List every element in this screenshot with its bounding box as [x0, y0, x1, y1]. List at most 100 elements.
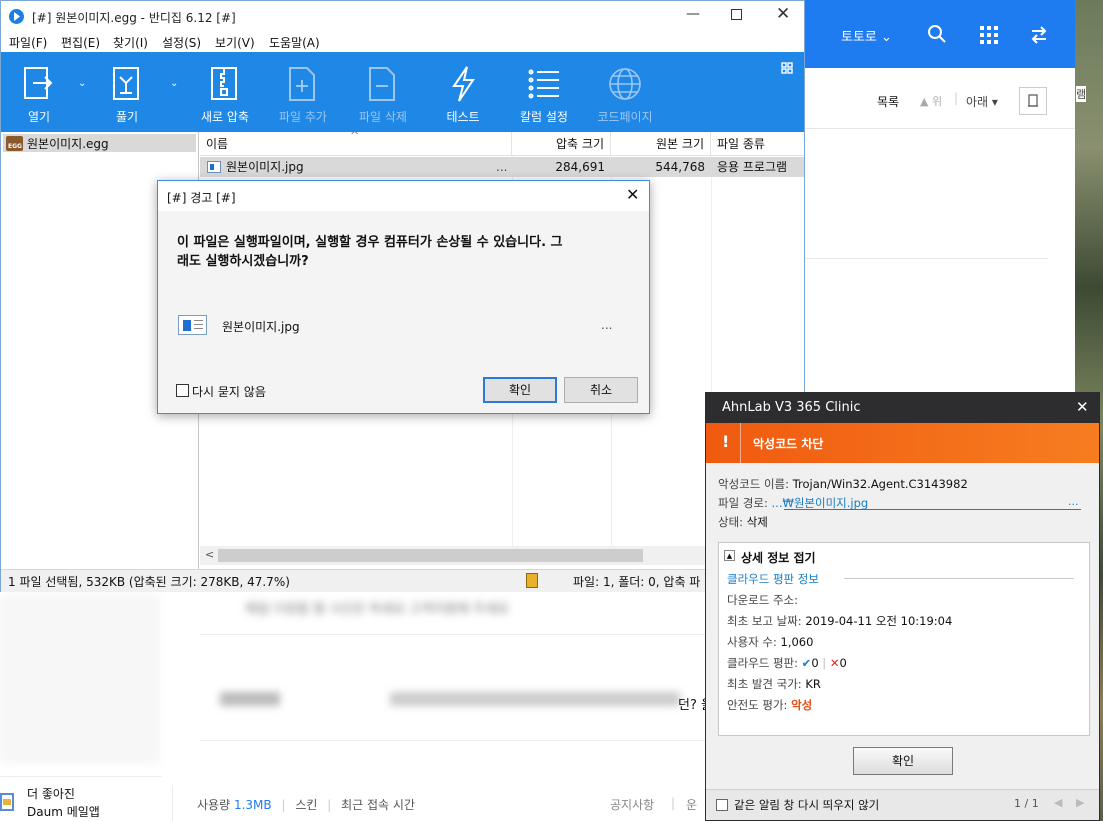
- codepage-button[interactable]: 코드페이지: [593, 52, 657, 132]
- menu-help[interactable]: 도움말(A): [269, 34, 320, 51]
- scrollbar-thumb[interactable]: [218, 549, 643, 562]
- file-path-link[interactable]: ...₩원본이미지.jpg: [772, 496, 869, 510]
- usage-value: 1.3MB: [233, 798, 272, 812]
- alert-banner: ! 악성코드 차단: [706, 423, 1099, 463]
- sort-down-button[interactable]: 아래 ▾: [966, 93, 998, 110]
- status-bar: 1 파일 선택됨, 532KB (압축된 크기: 278KB, 47.7%) 파…: [1, 569, 804, 592]
- chevron-down-icon: ⌄: [881, 30, 892, 45]
- globe-icon: [608, 66, 642, 102]
- dialog-title-bar[interactable]: [#] 경고 [#] ✕: [158, 181, 649, 211]
- row-compressed: 284,691: [555, 160, 605, 174]
- sort-list-button[interactable]: 목록: [877, 93, 899, 110]
- scroll-left-icon[interactable]: <: [205, 548, 214, 561]
- sort-up-button[interactable]: ▲ 위: [920, 93, 942, 109]
- menu-file[interactable]: 파일(F): [9, 34, 47, 51]
- file-path-overflow: ...: [1068, 495, 1079, 508]
- no-repeat-checkbox[interactable]: [716, 799, 728, 811]
- table-row[interactable]: 원본이미지.jpg ... 284,691 544,768 응용 프로그램: [200, 157, 804, 177]
- menu-edit[interactable]: 편집(E): [61, 34, 100, 51]
- checkbox-box[interactable]: [176, 384, 189, 397]
- title-bar[interactable]: [#] 원본이미지.egg - 반디집 6.12 [#] — ✕: [1, 1, 804, 32]
- close-icon[interactable]: ✕: [626, 185, 639, 204]
- open-label: 열기: [27, 110, 51, 124]
- delete-file-icon: [366, 66, 400, 102]
- column-header-type[interactable]: 파일 종류: [711, 132, 804, 156]
- close-icon[interactable]: ✕: [1076, 398, 1089, 416]
- dialog-title: [#] 경고 [#]: [167, 191, 236, 205]
- ahnlab-confirm-button[interactable]: 확인: [853, 747, 953, 775]
- column-settings-button[interactable]: 칼럼 설정: [514, 52, 574, 132]
- menu-view[interactable]: 보기(V): [215, 34, 255, 51]
- col-name-label: 이름: [206, 137, 229, 151]
- warning-message: 이 파일은 실행파일이며, 실행할 경우 컴퓨터가 손상될 수 있습니다. 그 …: [177, 233, 642, 271]
- delete-file-button[interactable]: 파일 삭제: [355, 52, 411, 132]
- extract-button[interactable]: 풀기: [105, 52, 149, 132]
- mail-app-promo[interactable]: 더 좋아진 Daum 메일앱: [0, 776, 162, 821]
- ahnlab-footer: 같은 알림 창 다시 띄우지 않기 1 / 1 ◀ ▶: [706, 789, 1099, 820]
- collapse-icon: ▲: [724, 550, 735, 561]
- warning-message-line2: 래도 실행하시겠습니까?: [177, 254, 309, 269]
- layout-grid-icon[interactable]: [781, 62, 793, 77]
- status-selection: 1 파일 선택됨, 532KB (압축된 크기: 278KB, 47.7%): [8, 575, 290, 589]
- add-file-button[interactable]: 파일 추가: [275, 52, 331, 132]
- promo-line2: Daum 메일앱: [27, 805, 100, 819]
- download-address-row: 다운로드 주소:: [727, 592, 798, 608]
- first-country-value: KR: [805, 677, 821, 691]
- open-dropdown-icon[interactable]: ⌄: [78, 78, 86, 89]
- dialog-file-name: 원본이미지.jpg: [222, 320, 300, 334]
- search-icon[interactable]: [927, 24, 947, 49]
- menu-find[interactable]: 찾기(I): [113, 34, 148, 51]
- column-header-compressed[interactable]: 압축 크기: [512, 132, 611, 156]
- extract-label: 풀기: [115, 110, 139, 124]
- first-country-key: 최초 발견 국가:: [727, 677, 802, 691]
- test-label: 테스트: [446, 110, 480, 124]
- blurred-text: 메일 다양을 할 시간은 하세요 고객지원에 주세요: [245, 602, 509, 617]
- details-panel: ▲ 상세 정보 접기 클라우드 평판 정보 다운로드 주소: 최초 보고 날짜:…: [718, 542, 1090, 736]
- pager: 1 / 1: [1014, 797, 1039, 810]
- recent-access-link[interactable]: 최근 접속 시간: [341, 798, 415, 812]
- open-button[interactable]: 열기: [17, 52, 61, 132]
- ahnlab-title: AhnLab V3 365 Clinic: [722, 400, 861, 415]
- confirm-button[interactable]: 확인: [483, 377, 557, 403]
- extract-dropdown-icon[interactable]: ⌄: [170, 78, 178, 89]
- apps-grid-icon[interactable]: [980, 26, 998, 47]
- test-button[interactable]: 테스트: [441, 52, 485, 132]
- print-icon[interactable]: [1019, 87, 1047, 115]
- tree-item-root[interactable]: EGG 원본이미지.egg: [3, 134, 196, 152]
- sort-up-label: 위: [931, 95, 943, 108]
- prev-page-icon[interactable]: ◀: [1054, 796, 1062, 809]
- new-archive-button[interactable]: 새로 압축: [197, 52, 253, 132]
- open-icon: [22, 66, 56, 102]
- column-header-original[interactable]: 원본 크기: [611, 132, 711, 156]
- divider: |: [954, 91, 959, 105]
- details-header: 상세 정보 접기: [741, 551, 816, 565]
- cancel-button[interactable]: 취소: [564, 377, 638, 403]
- no-repeat-label: 같은 알림 창 다시 띄우지 않기: [734, 798, 880, 812]
- check-icon: ✔: [801, 656, 812, 670]
- account-menu[interactable]: 토토로 ⌄: [841, 26, 892, 45]
- notice-link[interactable]: 공지사항: [610, 796, 654, 813]
- maximize-icon[interactable]: [731, 9, 742, 20]
- minimize-icon[interactable]: —: [686, 6, 700, 22]
- row-original: 544,768: [655, 160, 705, 174]
- divider: [805, 258, 1048, 259]
- ahnlab-title-bar[interactable]: AhnLab V3 365 Clinic ✕: [706, 393, 1099, 423]
- menu-bar: 파일(F) 편집(E) 찾기(I) 설정(S) 보기(V) 도움말(A): [1, 32, 804, 52]
- user-count-value: 1,060: [780, 635, 814, 649]
- new-archive-label: 새로 압축: [201, 110, 249, 124]
- close-icon[interactable]: ✕: [776, 4, 790, 24]
- row-name: 원본이미지.jpg: [226, 160, 304, 174]
- blurred-text: [220, 692, 280, 706]
- column-header-name[interactable]: 이름 ^: [200, 129, 512, 156]
- exe-file-icon: [207, 161, 221, 173]
- column-settings-label: 칼럼 설정: [520, 110, 568, 124]
- next-page-icon[interactable]: ▶: [1076, 796, 1084, 809]
- sort-down-label: 아래: [966, 95, 989, 109]
- menu-settings[interactable]: 설정(S): [162, 34, 201, 51]
- malware-name-value: Trojan/Win32.Agent.C3143982: [792, 477, 968, 491]
- columns-icon: [527, 66, 561, 102]
- blurred-sidebar: [0, 594, 160, 764]
- switch-arrows-icon[interactable]: [1030, 26, 1048, 47]
- account-name: 토토로: [841, 30, 877, 45]
- skin-link[interactable]: 스킨: [295, 798, 317, 812]
